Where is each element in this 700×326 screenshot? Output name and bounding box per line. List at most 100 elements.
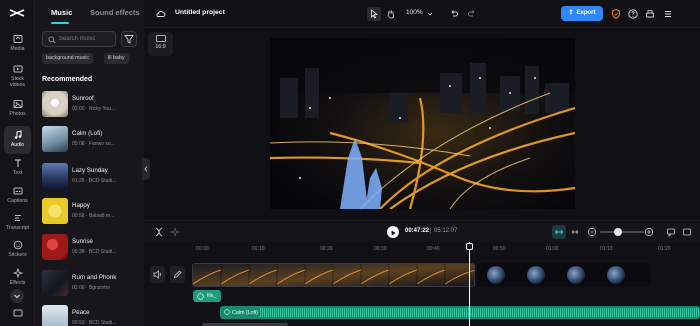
timeline[interactable]: 00:00 00:10 00:20 00:30 00:40 00:50 01:0… bbox=[144, 242, 700, 326]
rail-item-captions[interactable]: Captions bbox=[0, 186, 35, 214]
audio-clip-file[interactable]: file_ bbox=[193, 290, 221, 302]
zoom-in-icon[interactable] bbox=[644, 227, 654, 237]
captions-icon bbox=[13, 187, 22, 195]
effects-icon bbox=[12, 268, 23, 278]
rail-label: Media bbox=[10, 46, 25, 52]
track-item[interactable]: Peace 00:53 · BCD Studi... bbox=[42, 305, 142, 326]
pencil-icon bbox=[173, 270, 182, 279]
search-input[interactable] bbox=[59, 34, 115, 44]
rail-item-photos[interactable]: Photos bbox=[0, 99, 35, 127]
audio-panel: Music Sound effects background music lil… bbox=[35, 0, 144, 326]
ruler-tick: 00:20 bbox=[320, 246, 333, 252]
magnet-snap-button[interactable] bbox=[552, 225, 566, 239]
rail-item-transcript[interactable]: Transcript bbox=[0, 213, 35, 241]
music-note-icon bbox=[224, 309, 230, 315]
print-button[interactable] bbox=[643, 7, 657, 21]
audio-icon bbox=[14, 130, 21, 139]
track-title: Happy bbox=[72, 202, 90, 209]
split-icon[interactable] bbox=[154, 227, 164, 237]
track-cover bbox=[42, 234, 68, 260]
track-meta: 03:00 · Bgnzinho bbox=[72, 285, 110, 291]
search-icon bbox=[48, 36, 56, 44]
planet-thumbnail bbox=[487, 266, 505, 284]
music-search[interactable] bbox=[42, 31, 116, 47]
track-item[interactable]: Calm (Lofi) 05:08 · Fanwo so... bbox=[42, 126, 142, 156]
aspect-ratio-label: 16:9 bbox=[155, 44, 166, 50]
redo-button[interactable] bbox=[465, 7, 479, 21]
rail-label: Stickers bbox=[8, 252, 27, 258]
track-item[interactable]: Lazy Sunday 01:26 · BCD Studi... bbox=[42, 163, 142, 193]
text-icon bbox=[14, 159, 21, 167]
track-item[interactable]: Rum and Phonk 03:00 · Bgnzinho bbox=[42, 270, 142, 300]
rail-label: Stock videos bbox=[10, 76, 25, 88]
track-cover bbox=[42, 270, 68, 296]
select-tool-button[interactable] bbox=[367, 7, 381, 21]
tab-music[interactable]: Music bbox=[51, 8, 72, 17]
link-icon[interactable] bbox=[570, 227, 580, 237]
current-timecode: 00:47:22 bbox=[405, 228, 430, 234]
rail-item-media[interactable]: Media bbox=[0, 34, 35, 62]
video-clip-city[interactable] bbox=[192, 263, 475, 287]
help-button[interactable] bbox=[626, 7, 640, 21]
freeze-icon[interactable] bbox=[170, 227, 180, 237]
rail-label: Audio bbox=[10, 142, 25, 148]
audio-clip-calm-lofi[interactable]: Calm (Lofi) bbox=[220, 306, 700, 319]
export-label: Export bbox=[576, 10, 596, 16]
track-cover bbox=[42, 163, 68, 189]
capcut-logo-icon[interactable] bbox=[9, 7, 25, 19]
timecode-separator: | bbox=[430, 228, 432, 234]
audio-waveform bbox=[260, 308, 700, 317]
chevron-left-icon bbox=[144, 166, 148, 172]
play-button[interactable] bbox=[387, 226, 399, 238]
track-meta: 00:38 · BCD Studi... bbox=[72, 249, 117, 255]
rail-item-stickers[interactable]: Stickers bbox=[0, 240, 35, 268]
track-cover bbox=[42, 91, 68, 117]
rail-item-subtitles[interactable] bbox=[0, 308, 35, 322]
tab-sound-effects[interactable]: Sound effects bbox=[90, 8, 140, 17]
comment-icon[interactable] bbox=[666, 227, 676, 237]
export-button[interactable]: ⇪ Export bbox=[561, 6, 603, 21]
zoom-slider-handle[interactable] bbox=[614, 228, 622, 236]
rail-item-audio[interactable]: Audio bbox=[4, 126, 31, 154]
chip-lil-baby[interactable]: lil baby bbox=[104, 53, 129, 64]
edit-cover-button[interactable] bbox=[170, 266, 185, 283]
planet-thumbnail bbox=[567, 266, 585, 284]
track-item[interactable]: Happy 00:56 · Babadi m... bbox=[42, 198, 142, 228]
track-item[interactable]: Sunroof 03:00 · Nicky You... bbox=[42, 91, 142, 121]
cloud-icon[interactable] bbox=[156, 9, 166, 19]
track-cover bbox=[42, 198, 68, 224]
filter-button[interactable] bbox=[121, 31, 137, 47]
zoom-level[interactable]: 100% bbox=[406, 9, 423, 16]
aspect-ratio-button[interactable]: 16:9 bbox=[148, 32, 173, 56]
video-editor-app: Media Stock videos Photos Audio Text Cap… bbox=[0, 0, 700, 326]
help-icon bbox=[628, 9, 638, 19]
cursor-icon bbox=[371, 9, 378, 19]
time-ruler[interactable]: 00:00 00:10 00:20 00:30 00:40 00:50 01:0… bbox=[144, 242, 700, 256]
fullscreen-icon[interactable] bbox=[682, 227, 692, 237]
shield-button[interactable] bbox=[609, 7, 623, 21]
rail-label: Captions bbox=[7, 198, 28, 204]
rail-item-stock-videos[interactable]: Stock videos bbox=[0, 64, 35, 92]
track-item[interactable]: Sunrise 00:38 · BCD Studi... bbox=[42, 234, 142, 264]
chip-background-music[interactable]: background music bbox=[42, 53, 93, 64]
playhead-line[interactable] bbox=[469, 242, 470, 326]
playhead-handle[interactable] bbox=[466, 243, 473, 250]
zoom-slider-track[interactable] bbox=[600, 231, 644, 233]
media-icon bbox=[13, 35, 22, 43]
timeline-toolbar: 00:47:22 | 05:12:07 bbox=[144, 220, 700, 242]
video-clip-planet[interactable] bbox=[477, 263, 651, 287]
rail-more-button[interactable] bbox=[10, 289, 24, 303]
menu-button[interactable] bbox=[661, 7, 675, 21]
undo-icon bbox=[451, 10, 458, 17]
video-preview[interactable] bbox=[270, 38, 575, 209]
collapse-panel-handle[interactable] bbox=[142, 158, 150, 180]
ruler-tick: 01:10 bbox=[600, 246, 613, 252]
zoom-out-icon[interactable] bbox=[587, 227, 597, 237]
hand-tool-button[interactable] bbox=[384, 7, 398, 21]
rail-item-text[interactable]: Text bbox=[0, 158, 35, 186]
chevron-down-icon[interactable] bbox=[427, 11, 433, 17]
undo-button[interactable] bbox=[447, 7, 461, 21]
project-title[interactable]: Untitled project bbox=[175, 9, 225, 16]
ruler-tick: 00:40 bbox=[427, 246, 440, 252]
mute-track-button[interactable] bbox=[150, 266, 165, 283]
